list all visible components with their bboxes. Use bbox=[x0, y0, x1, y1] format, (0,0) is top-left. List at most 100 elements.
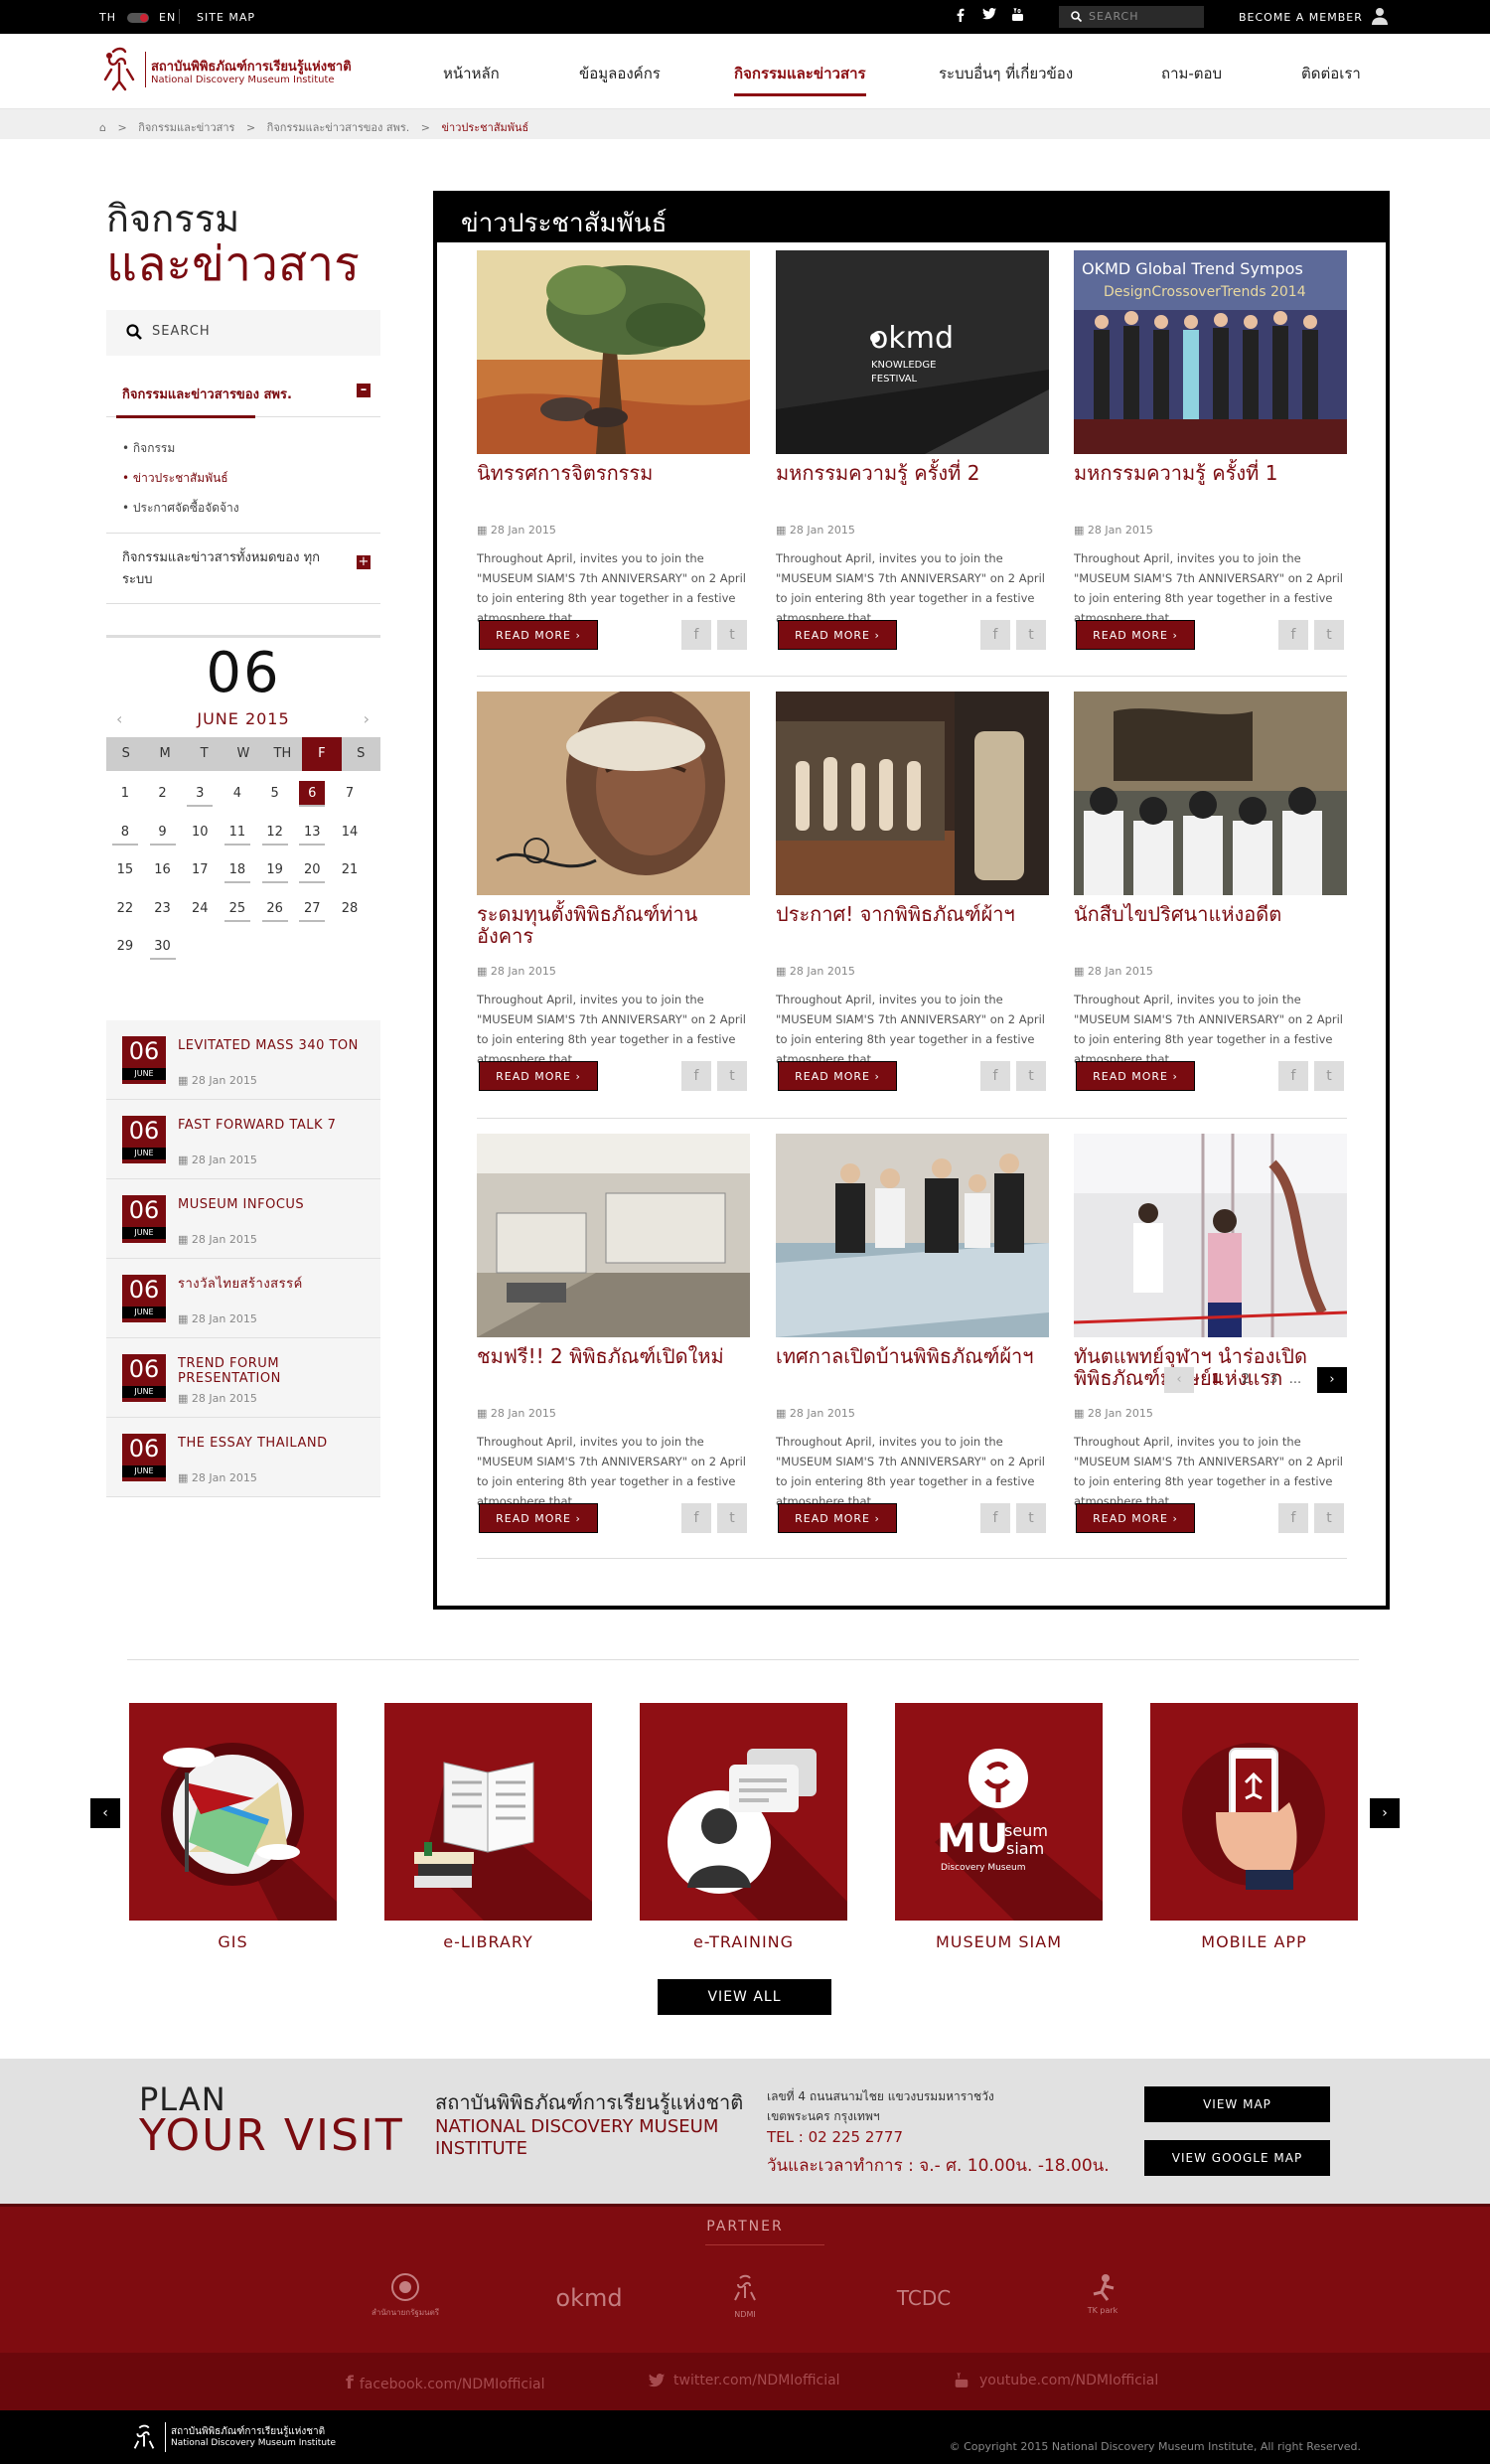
calendar-date[interactable]: 11 bbox=[219, 818, 256, 856]
calendar-date[interactable]: 4 bbox=[219, 779, 256, 818]
calendar-date[interactable]: 10 bbox=[181, 818, 219, 856]
sidebar-item-procurement[interactable]: • ประกาศจัดซื้อจัดจ้าง bbox=[122, 493, 380, 523]
lang-toggle[interactable] bbox=[126, 13, 149, 23]
partner-logo-tcdc[interactable]: TCDC bbox=[884, 2286, 964, 2310]
twitter-share-icon[interactable]: t bbox=[1314, 1061, 1344, 1091]
facebook-link[interactable]: f facebook.com/NDMIofficial bbox=[346, 2373, 544, 2393]
twitter-icon[interactable] bbox=[982, 8, 996, 23]
news-image[interactable] bbox=[1074, 692, 1347, 895]
read-more-button[interactable]: READ MORE › bbox=[479, 1503, 598, 1533]
calendar-date[interactable]: 7 bbox=[331, 779, 369, 818]
calendar-date[interactable]: 19 bbox=[256, 855, 294, 894]
partner-logo-opm[interactable]: สำนักนายกรัฐมนตรี bbox=[366, 2272, 445, 2319]
view-map-button[interactable]: VIEW MAP bbox=[1144, 2086, 1330, 2122]
site-logo[interactable]: สถาบันพิพิธภัณฑ์การเรียนรู้แห่งชาติ Nati… bbox=[99, 46, 352, 93]
calendar-date[interactable]: 12 bbox=[256, 818, 294, 856]
partner-logo-tkpark[interactable]: TK park bbox=[1073, 2272, 1132, 2315]
facebook-share-icon[interactable]: f bbox=[1278, 1503, 1308, 1533]
calendar-date[interactable]: 14 bbox=[331, 818, 369, 856]
partner-logo-okmd[interactable]: okmd bbox=[544, 2284, 634, 2312]
home-icon[interactable]: ⌂ bbox=[99, 121, 106, 134]
app-museum-siam[interactable]: MU seum siam Discovery Museum MUSEUM SIA… bbox=[895, 1703, 1103, 1951]
mobile-phone-icon[interactable] bbox=[1150, 1703, 1358, 1921]
youtube-icon[interactable] bbox=[1011, 7, 1024, 25]
calendar-date[interactable]: 3 bbox=[181, 779, 219, 818]
partner-logo-ndmi[interactable]: NDMI bbox=[725, 2272, 765, 2319]
facebook-share-icon[interactable]: f bbox=[681, 1061, 711, 1091]
event-title[interactable]: รางวัลไทยสร้างสรรค์ bbox=[178, 1277, 367, 1292]
news-title[interactable]: มหกรรมความรู้ ครั้งที่ 2 bbox=[776, 462, 1049, 510]
news-title[interactable]: มหกรรมความรู้ ครั้งที่ 1 bbox=[1074, 462, 1347, 510]
news-title[interactable]: ระดมทุนตั้งพิพิธภัณฑ์ท่านอังคาร bbox=[477, 903, 750, 951]
footer-logo-icon[interactable] bbox=[129, 2422, 159, 2454]
chevron-left-icon[interactable]: ‹ bbox=[116, 705, 123, 733]
sidebar-item-press[interactable]: • ข่าวประชาสัมพันธ์ bbox=[122, 463, 380, 493]
calendar-date[interactable]: 29 bbox=[106, 932, 144, 971]
calendar-date[interactable]: 24 bbox=[181, 894, 219, 933]
facebook-share-icon[interactable]: f bbox=[980, 620, 1010, 650]
news-title[interactable]: เทศกาลเปิดบ้านพิพิธภัณฑ์ผ้าฯ bbox=[776, 1345, 1049, 1393]
app-mobile[interactable]: MOBILE APP bbox=[1150, 1703, 1358, 1951]
nav-activities-news[interactable]: กิจกรรมและข่าวสาร bbox=[734, 62, 866, 96]
calendar-date[interactable]: 30 bbox=[144, 932, 182, 971]
youtube-link[interactable]: youtube.com/NDMIofficial bbox=[952, 2372, 1158, 2388]
expand-icon[interactable]: + bbox=[357, 555, 371, 569]
sidebar-category-all[interactable]: กิจกรรมและข่าวสารทั้งหมดของ ทุกระบบ + bbox=[106, 533, 380, 604]
user-icon[interactable] bbox=[1371, 7, 1389, 28]
calendar-date[interactable]: 5 bbox=[256, 779, 294, 818]
facebook-share-icon[interactable]: f bbox=[681, 620, 711, 650]
view-all-button[interactable]: VIEW ALL bbox=[658, 1979, 831, 2015]
app-elibrary[interactable]: e-LIBRARY bbox=[384, 1703, 592, 1951]
twitter-share-icon[interactable]: t bbox=[1314, 620, 1344, 650]
chat-person-icon[interactable] bbox=[640, 1703, 847, 1921]
calendar-date[interactable]: 21 bbox=[331, 855, 369, 894]
read-more-button[interactable]: READ MORE › bbox=[778, 620, 897, 650]
event-item[interactable]: 06 JUNE รางวัลไทยสร้างสรรค์ ▦ 28 Jan 2015 bbox=[106, 1259, 380, 1338]
calendar-date[interactable]: 8 bbox=[106, 818, 144, 856]
event-item[interactable]: 06 JUNE FAST FORWARD TALK 7 ▦ 28 Jan 2015 bbox=[106, 1100, 380, 1179]
event-title[interactable]: THE ESSAY THAILAND bbox=[178, 1436, 367, 1451]
news-title[interactable]: นักสืบไขปริศนาแห่งอดีต bbox=[1074, 903, 1347, 951]
twitter-share-icon[interactable]: t bbox=[1016, 1061, 1046, 1091]
read-more-button[interactable]: READ MORE › bbox=[1076, 1061, 1195, 1091]
twitter-share-icon[interactable]: t bbox=[717, 1061, 747, 1091]
nav-contact[interactable]: ติดต่อเรา bbox=[1301, 62, 1361, 85]
sitemap-link[interactable]: SITE MAP bbox=[197, 11, 255, 24]
facebook-icon[interactable] bbox=[957, 8, 965, 25]
book-icon[interactable] bbox=[384, 1703, 592, 1921]
event-item[interactable]: 06 JUNE MUSEUM INFOCUS ▦ 28 Jan 2015 bbox=[106, 1179, 380, 1259]
calendar-date[interactable]: 18 bbox=[219, 855, 256, 894]
calendar-date[interactable]: 27 bbox=[293, 894, 331, 933]
news-image[interactable] bbox=[477, 1134, 750, 1337]
facebook-share-icon[interactable]: f bbox=[1278, 1061, 1308, 1091]
event-title[interactable]: LEVITATED MASS 340 TON bbox=[178, 1038, 367, 1053]
read-more-button[interactable]: READ MORE › bbox=[479, 620, 598, 650]
twitter-link[interactable]: twitter.com/NDMIofficial bbox=[648, 2373, 840, 2388]
page-1[interactable]: 1 bbox=[1204, 1367, 1228, 1393]
app-etraining[interactable]: e-TRAINING bbox=[640, 1703, 847, 1951]
calendar-date[interactable]: 20 bbox=[293, 855, 331, 894]
facebook-share-icon[interactable]: f bbox=[681, 1503, 711, 1533]
carousel-prev-button[interactable]: ‹ bbox=[90, 1798, 120, 1828]
calendar-date[interactable]: 13 bbox=[293, 818, 331, 856]
calendar-date[interactable]: 15 bbox=[106, 855, 144, 894]
event-item[interactable]: 06 JUNE TREND FORUM PRESENTATION ▦ 28 Jan 2… bbox=[106, 1338, 380, 1418]
twitter-share-icon[interactable]: t bbox=[1016, 620, 1046, 650]
news-image[interactable]: okmd KNOWLEDGE FESTIVAL bbox=[776, 250, 1049, 454]
read-more-button[interactable]: READ MORE › bbox=[778, 1061, 897, 1091]
lang-en[interactable]: EN bbox=[159, 11, 176, 24]
read-more-button[interactable]: READ MORE › bbox=[479, 1061, 598, 1091]
calendar-date[interactable]: 22 bbox=[106, 894, 144, 933]
twitter-share-icon[interactable]: t bbox=[717, 1503, 747, 1533]
language-switch[interactable]: TH EN bbox=[99, 11, 176, 24]
calendar-date[interactable]: 28 bbox=[331, 894, 369, 933]
app-gis[interactable]: GIS bbox=[129, 1703, 337, 1951]
facebook-share-icon[interactable]: f bbox=[980, 1503, 1010, 1533]
search-input[interactable]: SEARCH bbox=[1059, 6, 1204, 28]
facebook-share-icon[interactable]: f bbox=[1278, 620, 1308, 650]
news-image[interactable] bbox=[477, 250, 750, 454]
become-member-link[interactable]: BECOME A MEMBER bbox=[1239, 11, 1363, 24]
sidebar-category-ndmi[interactable]: กิจกรรมและข่าวสารของ สพร. – bbox=[106, 370, 380, 418]
twitter-share-icon[interactable]: t bbox=[1314, 1503, 1344, 1533]
breadcrumb-item[interactable]: กิจกรรมและข่าวสารของ สพร. bbox=[267, 121, 410, 134]
